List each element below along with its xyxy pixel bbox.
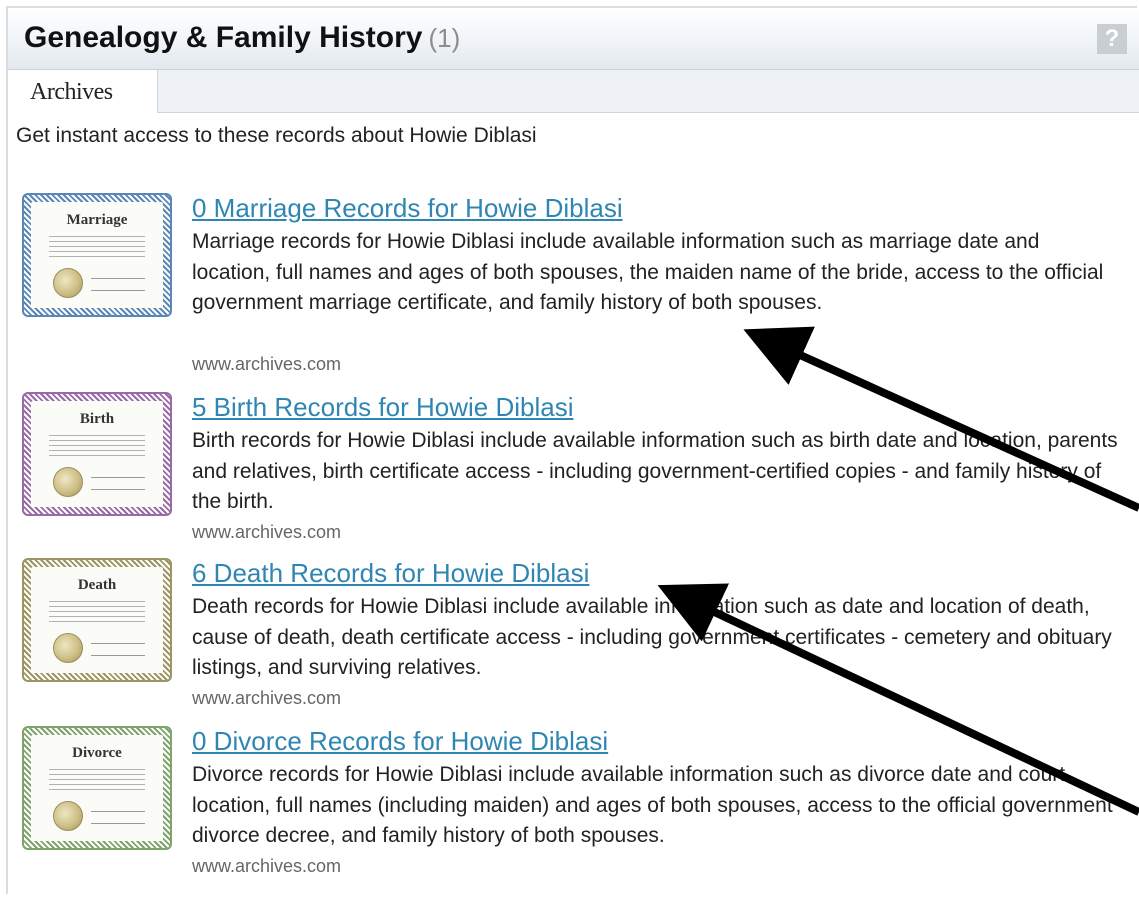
arrow-to-death: [657, 583, 1139, 816]
arrow-to-marriage: [743, 326, 1139, 512]
annotation-arrows: [657, 326, 1139, 816]
